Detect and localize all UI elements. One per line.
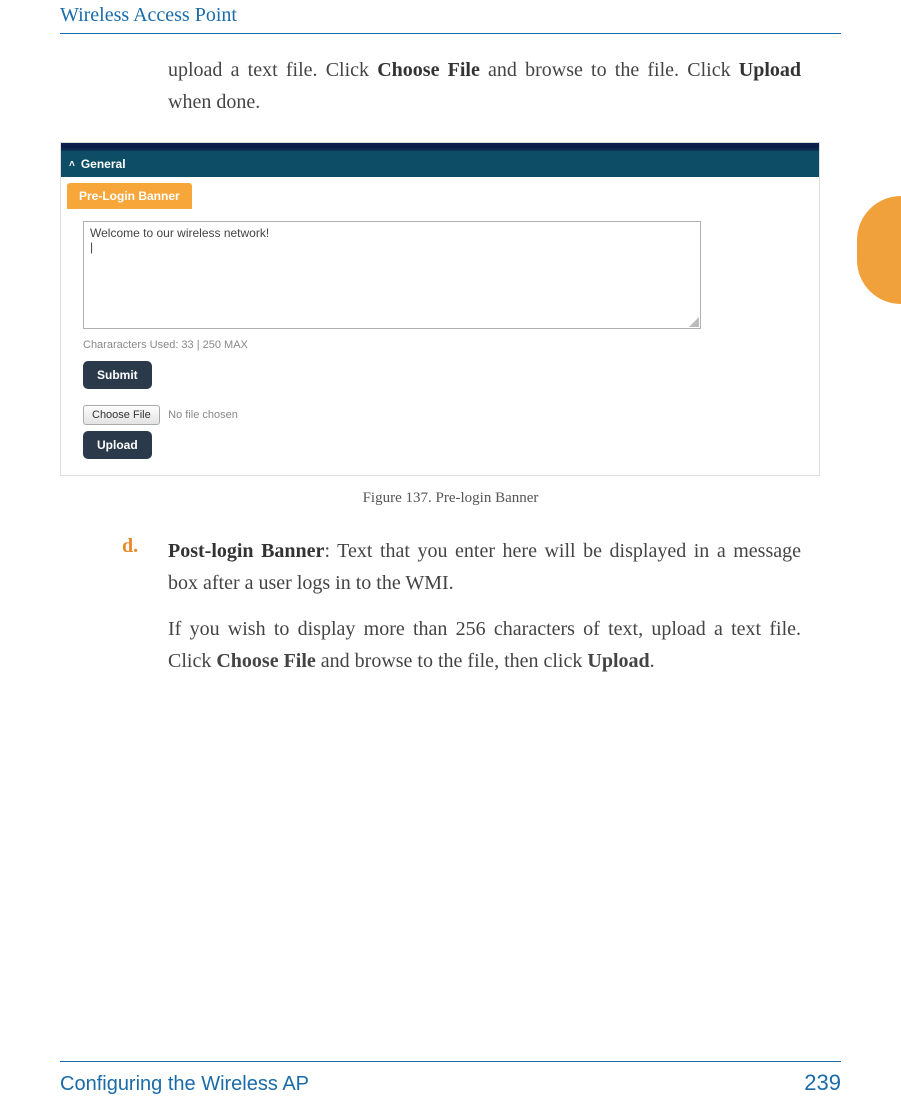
intro-text-1: upload a text file. Click xyxy=(168,59,377,81)
para2-text-2: and browse to the file, then click xyxy=(316,650,588,672)
intro-text-3: when done. xyxy=(168,91,260,113)
list-marker-d: d. xyxy=(122,535,168,599)
figure-caption: Figure 137. Pre-login Banner xyxy=(60,490,841,507)
item-d-paragraph-2: If you wish to display more than 256 cha… xyxy=(168,613,801,677)
general-header[interactable]: ˄ General xyxy=(61,151,819,177)
intro-choose-file: Choose File xyxy=(377,59,480,81)
para2-choose-file: Choose File xyxy=(216,650,315,672)
no-file-chosen-text: No file chosen xyxy=(168,409,238,421)
para2-upload: Upload xyxy=(587,650,649,672)
footer-rule xyxy=(60,1061,841,1062)
upload-button[interactable]: Upload xyxy=(83,431,152,459)
page-number: 239 xyxy=(804,1070,841,1096)
list-item-d: d. Post-login Banner: Text that you ente… xyxy=(122,535,801,599)
banner-textarea[interactable]: Welcome to our wireless network!| xyxy=(83,221,701,329)
page-footer: Configuring the Wireless AP 239 xyxy=(60,1061,841,1096)
page-header-title: Wireless Access Point xyxy=(60,0,841,33)
general-label: General xyxy=(81,157,126,171)
resize-handle-icon[interactable] xyxy=(689,317,699,327)
intro-paragraph: upload a text file. Click Choose File an… xyxy=(168,54,801,118)
post-login-banner-title: Post-login Banner xyxy=(168,540,324,562)
intro-upload: Upload xyxy=(739,59,801,81)
choose-file-button[interactable]: Choose File xyxy=(83,405,160,425)
chevron-up-icon: ˄ xyxy=(69,159,75,170)
char-count-text: Chararacters Used: 33 | 250 MAX xyxy=(83,339,797,351)
submit-button[interactable]: Submit xyxy=(83,361,152,389)
intro-text-2: and browse to the file. Click xyxy=(480,59,739,81)
screenshot-topbar xyxy=(61,143,819,151)
list-body-d: Post-login Banner: Text that you enter h… xyxy=(168,535,801,599)
screenshot-panel: ˄ General Pre-Login Banner Welcome to ou… xyxy=(60,142,820,476)
header-rule xyxy=(60,33,841,34)
para2-text-3: . xyxy=(650,650,655,672)
footer-section-title: Configuring the Wireless AP xyxy=(60,1073,309,1096)
section-header: Pre-Login Banner xyxy=(67,183,192,209)
textarea-value: Welcome to our wireless network! xyxy=(90,226,269,240)
